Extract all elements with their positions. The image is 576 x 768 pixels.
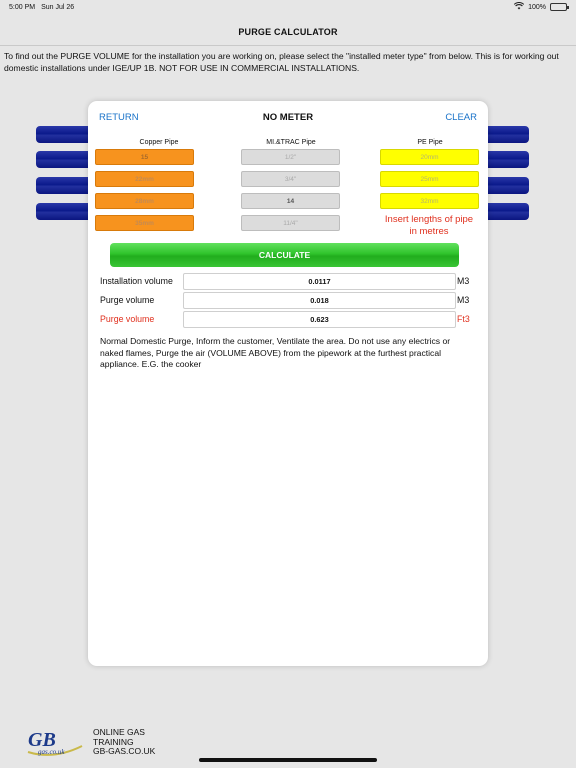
status-bar: 5:00 PM Sun Jul 26 100% <box>0 0 576 14</box>
pe-pipe-heading: PE Pipe <box>417 139 443 146</box>
nav-divider <box>0 45 576 46</box>
status-time: 5:00 PM <box>9 3 36 11</box>
purge-volume-ft3-value: 0.623 <box>183 311 456 328</box>
gb-gas-logo[interactable]: GB gas.co.uk <box>24 722 86 760</box>
copper-35mm-input[interactable]: 35mm <box>95 215 194 231</box>
installation-volume-label: Installation volume <box>100 276 173 286</box>
mi-trac-one-quarter-inch-input[interactable]: 11/4" <box>241 215 340 231</box>
copper-28mm-input[interactable]: 28mm <box>95 193 194 209</box>
purge-advice-text: Normal Domestic Purge, Inform the custom… <box>100 336 451 369</box>
logo-subtext: gas.co.uk <box>38 748 65 756</box>
pipe-decoration <box>36 203 92 220</box>
copper-pipe-heading: Copper Pipe <box>139 139 179 146</box>
status-date: Sun Jul 26 <box>41 3 75 11</box>
pipe-decoration <box>36 126 92 143</box>
wifi-icon <box>513 2 525 12</box>
mi-trac-pipe-heading: MI.&TRAC Pipe <box>266 139 316 146</box>
pipe-decoration <box>484 126 529 143</box>
mi-trac-one-inch-input[interactable]: 14 <box>241 193 340 209</box>
calculator-modal: RETURN NO METER CLEAR Copper Pipe MI.&TR… <box>88 101 488 666</box>
pe-25mm-input[interactable]: 25mm <box>380 171 479 187</box>
pe-32mm-input[interactable]: 32mm <box>380 193 479 209</box>
pipe-decoration <box>36 177 92 194</box>
purge-volume-m3-label: Purge volume <box>100 295 155 305</box>
pipe-decoration <box>484 151 529 168</box>
insert-lengths-note: Insert lengths of pipe in metres <box>384 214 474 237</box>
calculate-button[interactable]: CALCULATE <box>110 243 459 267</box>
copper-22mm-input[interactable]: 22mm <box>95 171 194 187</box>
mi-trac-three-quarter-inch-input[interactable]: 3/4" <box>241 171 340 187</box>
battery-icon <box>550 3 569 11</box>
footer-line-3: GB-GAS.CO.UK <box>93 746 156 756</box>
clear-button[interactable]: CLEAR <box>445 112 477 123</box>
footer-text: ONLINE GAS TRAINING GB-GAS.CO.UK <box>93 727 156 757</box>
home-indicator[interactable] <box>199 758 377 762</box>
modal-title: NO METER <box>262 112 314 123</box>
purge-volume-ft3-label: Purge volume <box>100 314 155 324</box>
purge-volume-m3-value: 0.018 <box>183 292 456 309</box>
copper-15mm-input[interactable]: 15 <box>95 149 194 165</box>
installation-volume-unit: M3 <box>457 276 470 286</box>
battery-percent: 100% <box>528 3 546 11</box>
purge-volume-ft3-unit: Ft3 <box>457 314 470 324</box>
pe-20mm-input[interactable]: 20mm <box>380 149 479 165</box>
intro-text: To find out the PURGE VOLUME for the ins… <box>4 51 559 73</box>
mi-trac-half-inch-input[interactable]: 1/2" <box>241 149 340 165</box>
modal-header: RETURN NO METER CLEAR <box>88 101 488 131</box>
pipe-decoration <box>36 151 92 168</box>
pipe-decoration <box>484 177 529 194</box>
pipe-decoration <box>484 203 529 220</box>
installation-volume-value: 0.0117 <box>183 273 456 290</box>
purge-volume-m3-unit: M3 <box>457 295 470 305</box>
page-title: PURGE CALCULATOR <box>238 27 338 37</box>
